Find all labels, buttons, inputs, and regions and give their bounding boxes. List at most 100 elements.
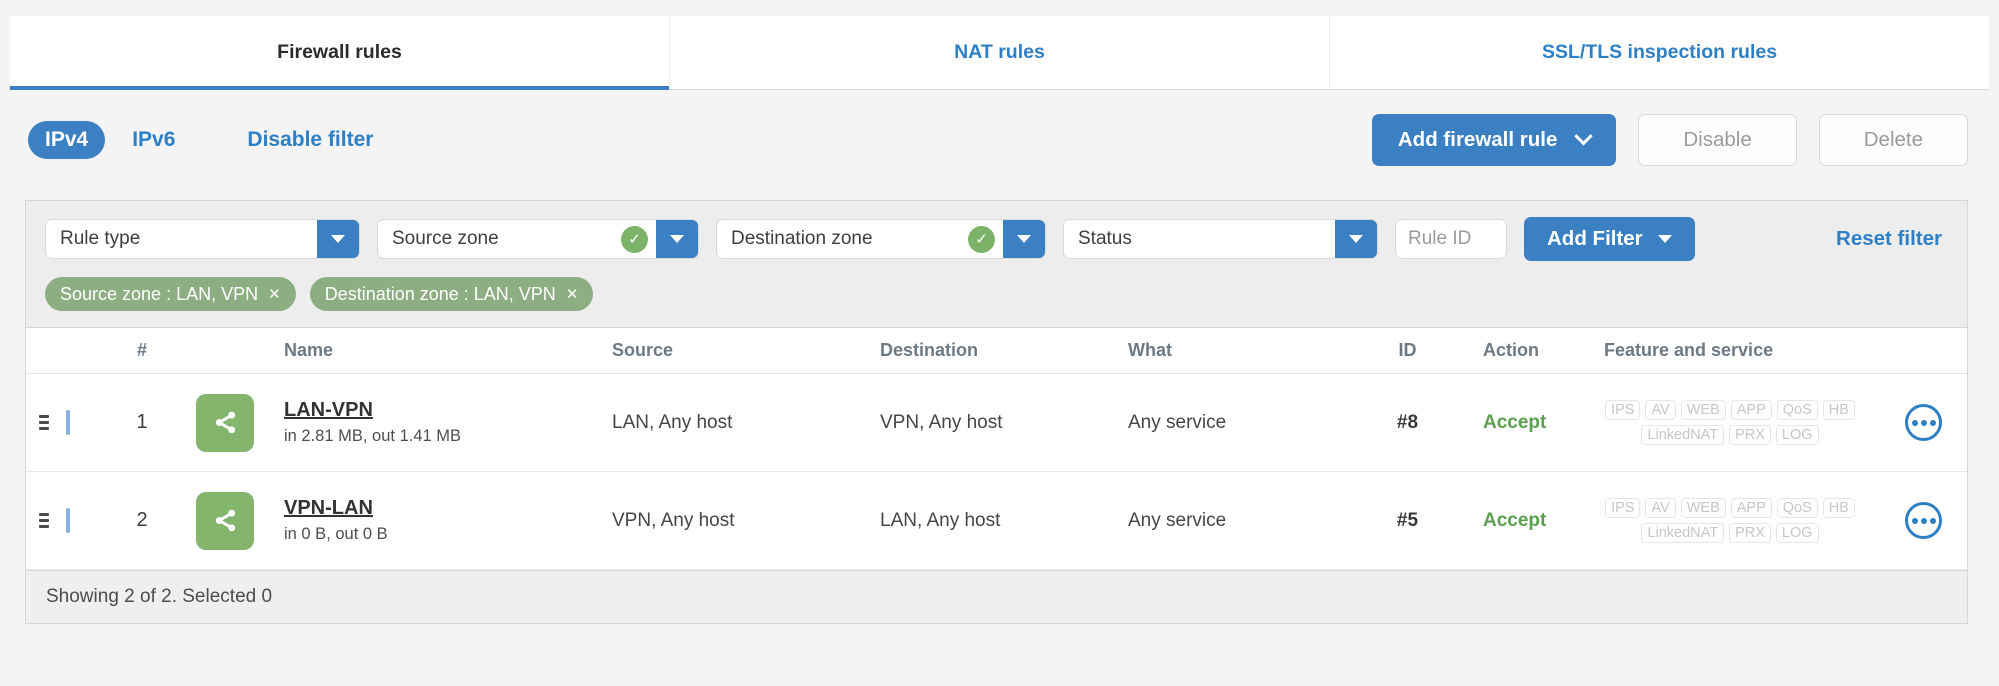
source-zone-filter-chip: Source zone : LAN, VPN ✕ (45, 277, 296, 311)
source-zone-dropdown[interactable]: Source zone ✓ (377, 219, 699, 259)
rule-name-link[interactable]: VPN-LAN (284, 497, 373, 520)
header-number: # (136, 340, 147, 360)
feature-badge: APP (1730, 400, 1772, 420)
feature-badge: AV (1645, 400, 1676, 420)
dropdown-label: Rule type (60, 228, 141, 249)
destination-zone-dropdown[interactable]: Destination zone ✓ (716, 219, 1046, 259)
table-header: # Name Source Destination What ID Action… (26, 328, 1967, 374)
destination-zone-filter-chip: Destination zone : LAN, VPN ✕ (309, 277, 594, 311)
header-id: ID (1398, 340, 1417, 360)
chip-label: Source zone : LAN, VPN (60, 283, 259, 304)
dropdown-button[interactable] (656, 220, 698, 258)
active-filter-chips: Source zone : LAN, VPN ✕ Destination zon… (45, 277, 1948, 311)
rule-destination-cell: VPN, Any host (880, 411, 1003, 433)
feature-badges: IPS AV WEB APP QoS HB LinkedNAT PRX LOG (1580, 400, 1880, 445)
drag-handle-icon[interactable] (39, 415, 49, 430)
feature-badge: QoS (1776, 498, 1818, 518)
rule-action-cell: Accept (1483, 509, 1547, 531)
remove-chip-icon[interactable]: ✕ (268, 287, 281, 302)
rule-name-link[interactable]: LAN-VPN (284, 399, 373, 422)
feature-badge: LinkedNAT (1641, 425, 1725, 445)
tab-firewall-rules[interactable]: Firewall rules (10, 16, 669, 90)
add-firewall-rule-label: Add firewall rule (1397, 128, 1558, 151)
rule-traffic: in 2.81 MB, out 1.41 MB (284, 427, 462, 445)
status-dropdown[interactable]: Status (1063, 219, 1378, 259)
filter-area: Rule type Source zone ✓ Destination zone… (26, 201, 1967, 328)
reset-filter-link[interactable]: Reset filter (1836, 227, 1942, 251)
feature-badge: WEB (1680, 400, 1726, 420)
caret-down-icon (331, 235, 345, 243)
row-menu-ellipsis-icon[interactable] (1905, 404, 1942, 441)
row-checkbox[interactable] (66, 409, 70, 435)
filter-applied-check-icon: ✓ (968, 225, 995, 253)
caret-down-icon (670, 235, 684, 243)
remove-chip-icon[interactable]: ✕ (566, 287, 579, 302)
disable-button[interactable]: Disable (1638, 114, 1797, 166)
dropdown-label: Status (1078, 228, 1132, 249)
feature-badges: IPS AV WEB APP QoS HB LinkedNAT PRX LOG (1580, 498, 1880, 543)
row-menu-ellipsis-icon[interactable] (1905, 502, 1942, 539)
rule-id-input[interactable] (1395, 219, 1507, 259)
rule-what-cell: Any service (1128, 509, 1227, 531)
header-destination: Destination (880, 340, 979, 360)
ipv6-toggle[interactable]: IPv6 (132, 128, 175, 152)
table-row: 2 VPN-LAN in 0 B, out 0 B VPN, Any host … (26, 472, 1967, 570)
feature-badge: LinkedNAT (1641, 523, 1725, 543)
rule-id-cell: #5 (1396, 509, 1419, 531)
header-what: What (1128, 340, 1172, 360)
rule-type-dropdown[interactable]: Rule type (45, 219, 360, 259)
header-feature-and-service: Feature and service (1604, 340, 1774, 360)
row-checkbox[interactable] (66, 507, 70, 533)
filter-applied-check-icon: ✓ (621, 225, 648, 253)
feature-badge: LOG (1775, 425, 1819, 445)
rule-name-cell: VPN-LAN in 0 B, out 0 B (260, 497, 590, 544)
rule-source-cell: LAN, Any host (612, 411, 733, 433)
dropdown-label: Source zone (392, 228, 499, 249)
feature-badge: PRX (1729, 425, 1771, 445)
feature-badge: IPS (1605, 498, 1641, 518)
caret-down-icon (1349, 235, 1363, 243)
tab-ssl-tls-inspection-rules[interactable]: SSL/TLS inspection rules (1329, 16, 1989, 89)
firewall-rules-panel: Rule type Source zone ✓ Destination zone… (25, 200, 1968, 624)
table-footer-status: Showing 2 of 2. Selected 0 (26, 570, 1967, 623)
chevron-down-icon (1574, 126, 1594, 145)
header-action: Action (1483, 340, 1539, 360)
tab-label: Firewall rules (277, 41, 402, 63)
tab-label: SSL/TLS inspection rules (1541, 41, 1778, 63)
rule-destination-cell: LAN, Any host (880, 509, 1001, 531)
dropdown-button[interactable] (1335, 220, 1377, 258)
caret-down-icon (1657, 235, 1672, 243)
delete-button[interactable]: Delete (1818, 114, 1968, 166)
rule-number: 2 (136, 509, 148, 531)
network-rule-share-icon (196, 393, 254, 452)
ipv4-toggle[interactable]: IPv4 (28, 121, 106, 159)
dropdown-label: Destination zone (731, 228, 873, 249)
tab-label: NAT rules (954, 41, 1045, 63)
add-firewall-rule-button[interactable]: Add firewall rule (1371, 114, 1617, 166)
feature-badge: HB (1822, 498, 1855, 518)
feature-badge: IPS (1605, 400, 1641, 420)
feature-badge: HB (1822, 400, 1855, 420)
dropdown-button[interactable] (1003, 220, 1045, 258)
feature-badge: AV (1645, 498, 1676, 518)
feature-badge: WEB (1680, 498, 1726, 518)
rule-name-cell: LAN-VPN in 2.81 MB, out 1.41 MB (260, 399, 590, 446)
tab-bar: Firewall rules NAT rules SSL/TLS inspect… (10, 16, 1989, 90)
disable-filter-link[interactable]: Disable filter (247, 128, 373, 152)
network-rule-share-icon (196, 491, 254, 550)
feature-badge: PRX (1729, 523, 1771, 543)
add-filter-button[interactable]: Add Filter (1524, 217, 1695, 261)
rule-what-cell: Any service (1128, 411, 1227, 433)
rule-id-cell: #8 (1396, 411, 1419, 433)
rule-source-cell: VPN, Any host (612, 509, 735, 531)
controls-row: IPv4 IPv6 Disable filter Add firewall ru… (28, 114, 1968, 166)
header-source: Source (612, 340, 674, 360)
feature-badge: QoS (1776, 400, 1818, 420)
feature-badge: APP (1730, 498, 1772, 518)
chip-label: Destination zone : LAN, VPN (324, 283, 556, 304)
rule-traffic: in 0 B, out 0 B (284, 525, 388, 543)
drag-handle-icon[interactable] (39, 513, 49, 528)
rule-number: 1 (136, 411, 148, 433)
tab-nat-rules[interactable]: NAT rules (669, 16, 1329, 89)
dropdown-button[interactable] (317, 220, 359, 258)
